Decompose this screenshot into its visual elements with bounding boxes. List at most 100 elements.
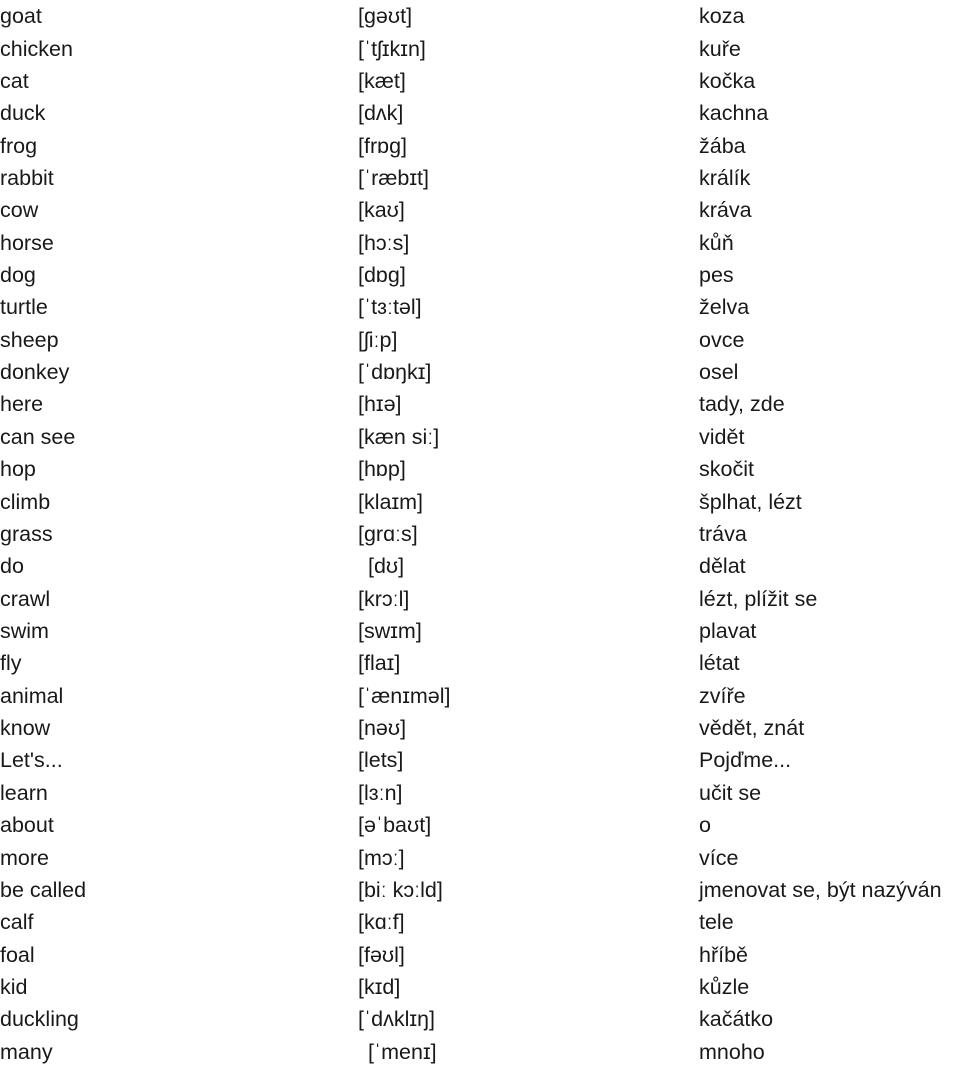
vocabulary-row: dog [dɒg] pes	[0, 259, 960, 291]
vocabulary-row: goat [ɡəʊt] koza	[0, 0, 960, 32]
phonetic-text: [kæt]	[358, 68, 406, 93]
phonetic-transcription: [kæt]	[357, 65, 699, 97]
phonetic-text: [kɪd]	[358, 974, 401, 999]
czech-translation: vidět	[699, 424, 745, 449]
english-word: learn	[0, 780, 48, 805]
czech-translation: kačátko	[699, 1007, 774, 1032]
czech-translation: tady, zde	[699, 392, 785, 417]
czech-translation: mnoho	[699, 1039, 765, 1064]
english-word: about	[0, 813, 54, 838]
phonetic-transcription: [hɪə]	[357, 388, 699, 420]
phonetic-transcription: [ˈræbɪt]	[357, 162, 699, 194]
czech-translation: zvíře	[699, 683, 746, 708]
english-word: dog	[0, 263, 36, 288]
vocabulary-row: duckling [ˈdʌklɪŋ] kačátko	[0, 1003, 960, 1035]
czech-translation: plavat	[699, 619, 757, 643]
phonetic-text: [dʌk]	[358, 101, 404, 126]
vocabulary-row: grass [grɑːs] tráva	[0, 518, 960, 550]
czech-translation: vědět, znát	[699, 716, 805, 741]
phonetic-transcription: [grɑːs]	[357, 518, 699, 550]
phonetic-transcription: [biː kɔːld]	[357, 874, 699, 906]
phonetic-text: [krɔːl]	[358, 586, 410, 611]
english-word: do	[0, 554, 24, 579]
phonetic-transcription: [flaɪ]	[357, 647, 699, 679]
vocabulary-table-body: goat [ɡəʊt] koza chicken [ˈtʃɪkɪn] kuře cat [kæ…	[0, 0, 960, 1068]
english-word: here	[0, 392, 44, 417]
czech-translation: skočit	[699, 457, 754, 482]
vocabulary-row: sheep [ʃiːp] ovce	[0, 324, 960, 356]
czech-translation: o	[699, 813, 711, 838]
english-word: sheep	[0, 327, 59, 352]
phonetic-text: [mɔː]	[358, 845, 405, 870]
vocabulary-row: do [dʊ] dělat	[0, 550, 960, 582]
vocabulary-row: learn [lɜːn] učit se	[0, 777, 960, 809]
phonetic-transcription: [ˈtʃɪkɪn]	[357, 32, 699, 64]
czech-translation: kůzle	[699, 974, 750, 999]
czech-translation: osel	[699, 360, 739, 385]
czech-translation: jmenovat se, být nazýván	[699, 877, 942, 902]
vocabulary-row: cat [kæt] kočka	[0, 65, 960, 97]
phonetic-transcription: [ˈmenɪ]	[357, 1036, 699, 1068]
english-word: crawl	[0, 586, 51, 611]
czech-translation: šplhat, lézt	[699, 489, 802, 514]
vocabulary-row: Let's... [lets] Pojďme...	[0, 744, 960, 776]
phonetic-transcription: [ˈænɪməl]	[357, 680, 699, 712]
english-word: chicken	[0, 36, 73, 61]
czech-translation: pes	[699, 263, 734, 288]
english-word: be called	[0, 877, 87, 902]
english-word: rabbit	[0, 165, 54, 190]
vocabulary-row: kid [kɪd] kůzle	[0, 971, 960, 1003]
english-word: cow	[0, 198, 39, 223]
vocabulary-row: can see [kæn siː] vidět	[0, 421, 960, 453]
czech-translation: učit se	[699, 780, 762, 805]
vocabulary-row: crawl [krɔːl] lézt, plížit se	[0, 582, 960, 614]
phonetic-text: [hɔːs]	[358, 230, 410, 255]
phonetic-text: [kaʊ]	[358, 198, 405, 223]
czech-translation: kůň	[699, 230, 734, 255]
vocabulary-row: animal [ˈænɪməl] zvíře	[0, 680, 960, 712]
english-word: more	[0, 845, 49, 870]
czech-translation: Pojďme...	[699, 748, 792, 773]
phonetic-transcription: [dʌk]	[357, 97, 699, 129]
phonetic-transcription: [ɡəʊt]	[357, 0, 699, 32]
english-word: goat	[0, 4, 42, 29]
phonetic-transcription: [lɜːn]	[357, 777, 699, 809]
phonetic-transcription: [klaɪm]	[357, 485, 699, 517]
phonetic-transcription: [hɔːs]	[357, 227, 699, 259]
phonetic-transcription: [fəʊl]	[357, 938, 699, 970]
phonetic-text: [biː kɔːld]	[358, 877, 443, 902]
vocabulary-row: calf [kɑːf] tele	[0, 906, 960, 938]
phonetic-transcription: [kɑːf]	[357, 906, 699, 938]
phonetic-text: [ˈtɜːtəl]	[358, 295, 422, 320]
phonetic-transcription: [dʊ]	[357, 550, 699, 582]
phonetic-text: [əˈbaʊt]	[358, 813, 432, 838]
phonetic-text: [frɒg]	[358, 133, 407, 158]
phonetic-transcription: [krɔːl]	[357, 582, 699, 614]
english-word: duck	[0, 101, 46, 126]
phonetic-transcription: [kɪd]	[357, 971, 699, 1003]
english-word: frog	[0, 133, 38, 158]
vocabulary-row: rabbit [ˈræbɪt] králík	[0, 162, 960, 194]
vocabulary-row: more [mɔː] více	[0, 841, 960, 873]
phonetic-transcription: [ˈdɒŋkɪ]	[357, 356, 699, 388]
english-word: kid	[0, 974, 28, 999]
czech-translation: tráva	[699, 521, 747, 546]
vocabulary-row: here [hɪə] tady, zde	[0, 388, 960, 420]
phonetic-text: [ˈmenɪ]	[368, 1039, 437, 1064]
czech-translation: želva	[699, 295, 750, 320]
english-word: climb	[0, 489, 51, 514]
english-word: foal	[0, 942, 35, 967]
phonetic-text: [ˈdɒŋkɪ]	[358, 360, 432, 385]
english-word: fly	[0, 651, 22, 676]
czech-translation: kočka	[699, 68, 756, 93]
phonetic-text: [hɪə]	[358, 392, 402, 417]
czech-translation: koza	[699, 4, 745, 29]
phonetic-transcription: [ˈdʌklɪŋ]	[357, 1003, 699, 1035]
czech-translation: kráva	[699, 198, 752, 223]
english-word: turtle	[0, 295, 48, 320]
phonetic-text: [lets]	[358, 748, 404, 773]
english-word: many	[0, 1039, 53, 1064]
phonetic-transcription: [ʃiːp]	[357, 324, 699, 356]
english-word: swim	[0, 619, 49, 643]
vocabulary-row: know [nəʊ] vědět, znát	[0, 712, 960, 744]
